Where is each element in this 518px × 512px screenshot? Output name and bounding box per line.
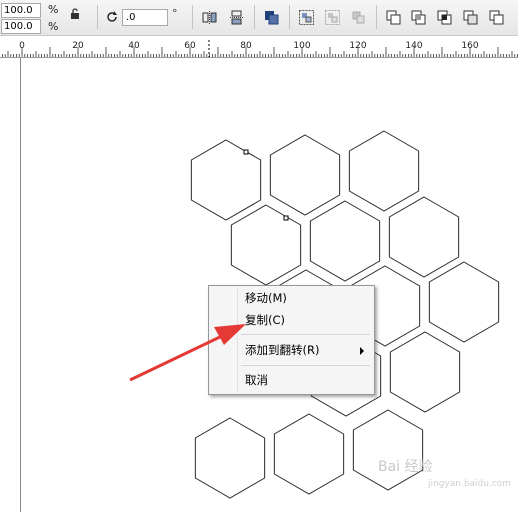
hexagon[interactable] [190,139,262,221]
baidu-watermark-url: jingyan.baidu.com [428,479,512,489]
hexagon[interactable] [230,204,302,286]
menu-item-cancel[interactable]: 取消 [211,370,372,391]
menu-separator [241,334,370,335]
node-handle[interactable] [243,149,249,155]
hexagon[interactable] [352,409,424,491]
context-menu: 移动(M) 复制(C) 添加到翻转(R) 取消 [208,285,375,395]
menu-item-add-to-rollover[interactable]: 添加到翻转(R) [211,340,372,361]
hexagon[interactable] [194,417,266,499]
menu-item-label: 添加到翻转(R) [245,343,320,357]
menu-item-copy[interactable]: 复制(C) [211,310,372,331]
hexagon[interactable] [269,134,341,216]
submenu-arrow-icon [360,347,364,355]
node-handle[interactable] [283,215,289,221]
hexagon[interactable] [428,261,500,343]
hexagon[interactable] [273,413,345,495]
baidu-watermark: Bai 经验 [378,459,433,475]
hexagon[interactable] [348,130,420,212]
menu-separator [241,365,370,366]
hexagon[interactable] [388,196,460,278]
hexagon[interactable] [309,200,381,282]
menu-item-move[interactable]: 移动(M) [211,288,372,309]
hexagon[interactable] [389,331,461,413]
hexagon-pattern [190,130,500,499]
